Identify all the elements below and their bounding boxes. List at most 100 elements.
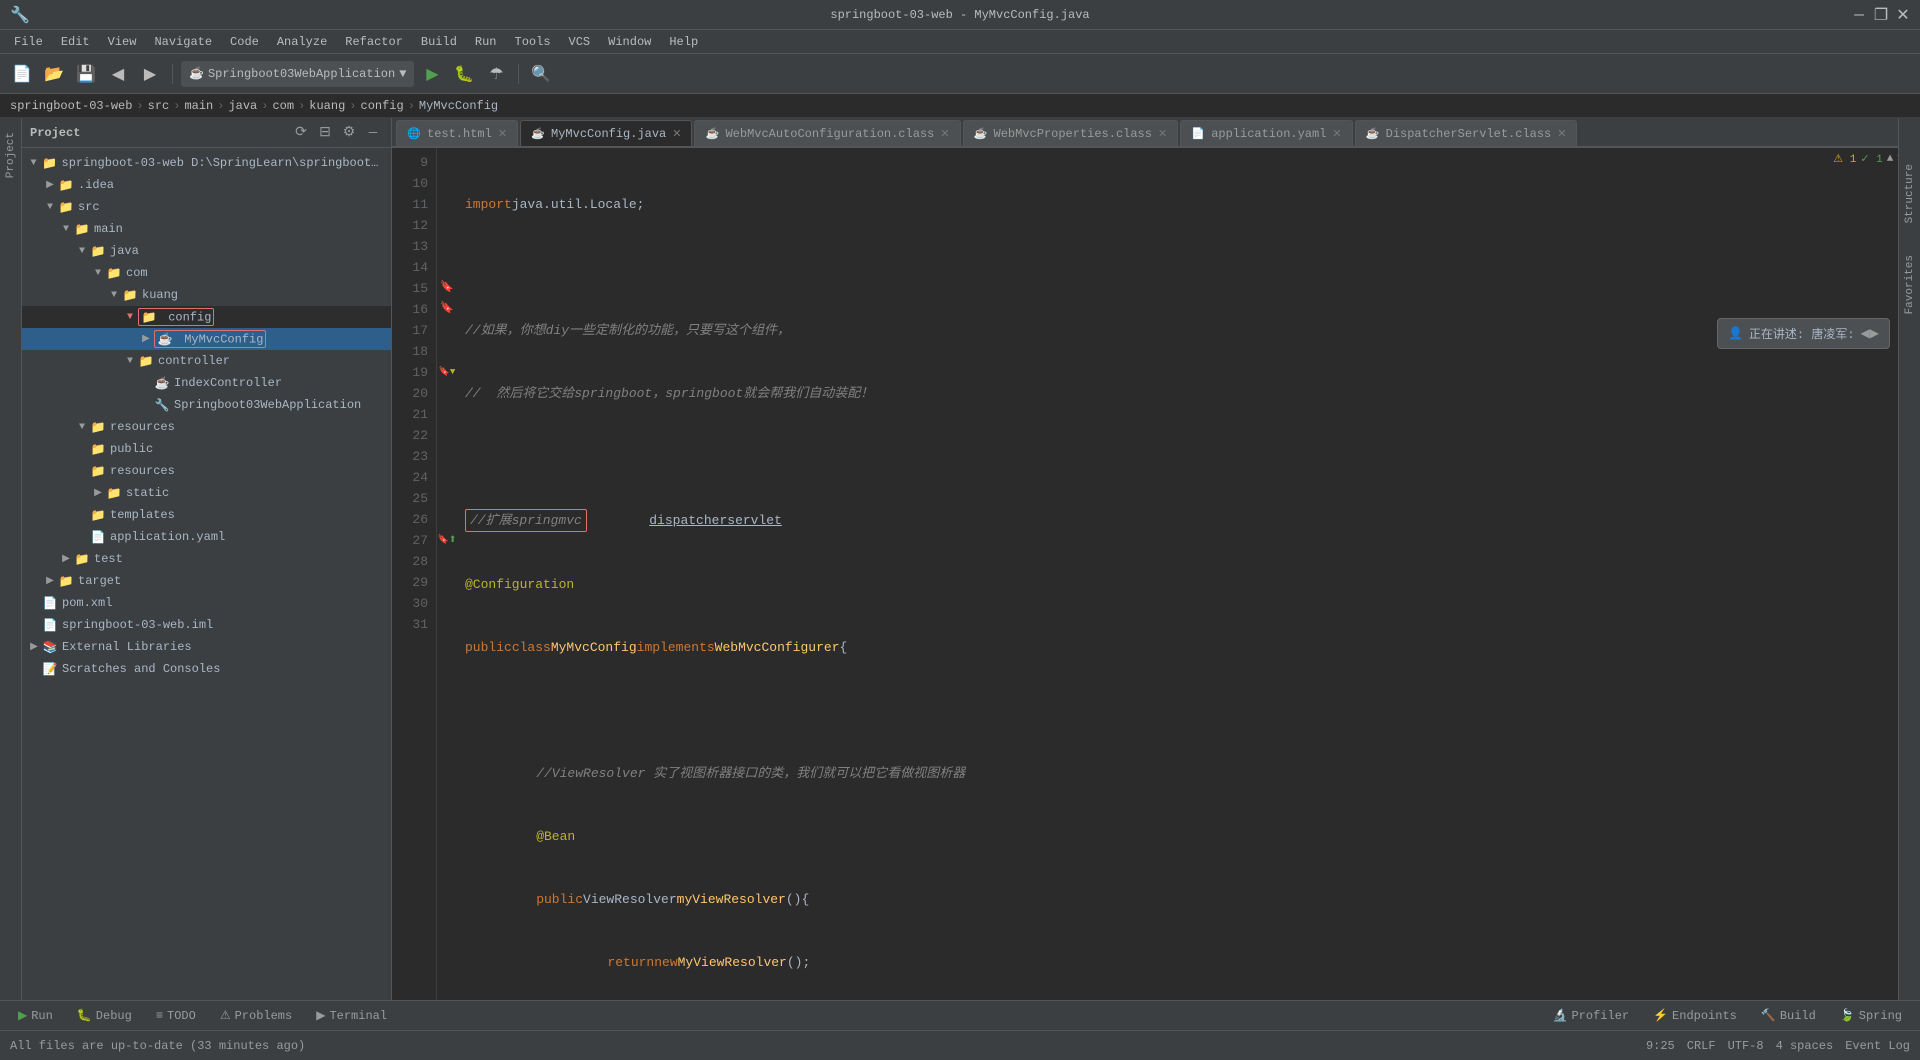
- tree-item-target[interactable]: ▶ 📁 target: [22, 570, 391, 592]
- gutter-11: [437, 194, 457, 215]
- menu-item-edit[interactable]: Edit: [53, 33, 98, 51]
- breadcrumb-item-2[interactable]: src: [148, 99, 170, 113]
- panel-collapse-btn[interactable]: ⊟: [315, 123, 335, 143]
- folder-icon-src: 📁: [58, 199, 74, 215]
- breadcrumb-item-4[interactable]: java: [228, 99, 257, 113]
- tree-item-resources[interactable]: ▼ 📁 resources: [22, 416, 391, 438]
- tree-item-iml[interactable]: 📄 springboot-03-web.iml: [22, 614, 391, 636]
- menu-item-analyze[interactable]: Analyze: [269, 33, 335, 51]
- folder-icon-test: 📁: [74, 551, 90, 567]
- tree-item-config[interactable]: ▼ 📁 config: [22, 306, 391, 328]
- toolbar-new-btn[interactable]: 📄: [8, 60, 36, 88]
- event-log-label[interactable]: Event Log: [1845, 1039, 1910, 1053]
- tab-close-test-html[interactable]: ✕: [498, 127, 507, 141]
- tree-item-test[interactable]: ▶ 📁 test: [22, 548, 391, 570]
- tab-mymvcconfig[interactable]: ☕ MyMvcConfig.java ✕: [520, 120, 692, 146]
- code-content[interactable]: import java.util.Locale; //如果，你想diy一些定制化…: [457, 148, 1906, 1000]
- tree-item-root[interactable]: ▼ 📁 springboot-03-web D:\SpringLearn\spr…: [22, 152, 391, 174]
- tree-item-springboot03app[interactable]: 🔧 Springboot03WebApplication: [22, 394, 391, 416]
- breadcrumb-item-3[interactable]: main: [184, 99, 213, 113]
- chat-bubble: 👤 正在讲述: 唐凌军: ◀▶: [1717, 318, 1890, 349]
- tree-arrow-root: ▼: [26, 155, 42, 171]
- close-button[interactable]: ✕: [1896, 8, 1910, 22]
- breadcrumb-item-6[interactable]: kuang: [309, 99, 345, 113]
- tree-label-root: springboot-03-web D:\SpringLearn\springb…: [62, 156, 384, 170]
- breadcrumb-item-7[interactable]: config: [361, 99, 404, 113]
- menu-item-run[interactable]: Run: [467, 33, 505, 51]
- toolbar-save-btn[interactable]: 💾: [72, 60, 100, 88]
- tree-item-external[interactable]: ▶ 📚 External Libraries: [22, 636, 391, 658]
- tab-close-appyaml[interactable]: ✕: [1332, 127, 1341, 141]
- run-button[interactable]: ▶: [418, 60, 446, 88]
- tree-item-appyaml[interactable]: 📄 application.yaml: [22, 526, 391, 548]
- run-config-selector[interactable]: ☕ Springboot03WebApplication ▼: [181, 61, 414, 87]
- tree-item-pomxml[interactable]: 📄 pom.xml: [22, 592, 391, 614]
- bottom-tab-debug[interactable]: 🐛 Debug: [67, 1006, 142, 1025]
- panel-close-btn[interactable]: —: [363, 123, 383, 143]
- tab-close-dispatcherservlet[interactable]: ✕: [1557, 127, 1566, 141]
- panel-sync-btn[interactable]: ⟳: [291, 123, 311, 143]
- tree-item-resources2[interactable]: 📁 resources: [22, 460, 391, 482]
- bottom-tab-build[interactable]: 🔨 Build: [1751, 1006, 1826, 1025]
- maximize-button[interactable]: ❐: [1874, 8, 1888, 22]
- toolbar-open-btn[interactable]: 📂: [40, 60, 68, 88]
- toolbar-forward-btn[interactable]: ▶: [136, 60, 164, 88]
- tab-close-webmvcauto[interactable]: ✕: [940, 127, 949, 141]
- menu-item-file[interactable]: File: [6, 33, 51, 51]
- menu-item-vcs[interactable]: VCS: [561, 33, 599, 51]
- menu-item-build[interactable]: Build: [413, 33, 465, 51]
- menu-item-help[interactable]: Help: [661, 33, 706, 51]
- tree-item-public[interactable]: 📁 public: [22, 438, 391, 460]
- tab-appyaml[interactable]: 📄 application.yaml ✕: [1180, 120, 1352, 146]
- bottom-tab-profiler[interactable]: 🔬 Profiler: [1543, 1006, 1640, 1025]
- bottom-tab-todo[interactable]: ≡ TODO: [146, 1007, 206, 1025]
- bottom-tab-problems[interactable]: ⚠ Problems: [210, 1006, 302, 1025]
- vtab-structure[interactable]: Structure: [1902, 158, 1918, 229]
- tree-item-kuang[interactable]: ▼ 📁 kuang: [22, 284, 391, 306]
- vtab-favorites[interactable]: Favorites: [1902, 249, 1918, 320]
- bottom-tab-run[interactable]: ▶ Run: [8, 1006, 63, 1025]
- tab-close-mymvcconfig[interactable]: ✕: [672, 127, 681, 141]
- panel-settings-btn[interactable]: ⚙: [339, 123, 359, 143]
- menu-item-tools[interactable]: Tools: [507, 33, 559, 51]
- breadcrumb-item-1[interactable]: springboot-03-web: [10, 99, 132, 113]
- debug-button[interactable]: 🐛: [450, 60, 478, 88]
- breadcrumb-item-5[interactable]: com: [272, 99, 294, 113]
- tab-webmvcprop[interactable]: ☕ WebMvcProperties.class ✕: [963, 120, 1179, 146]
- folder-icon-controller: 📁: [138, 353, 154, 369]
- tab-dispatcherservlet[interactable]: ☕ DispatcherServlet.class ✕: [1355, 120, 1578, 146]
- tree-item-java[interactable]: ▼ 📁 java: [22, 240, 391, 262]
- folder-icon-kuang: 📁: [122, 287, 138, 303]
- coverage-button[interactable]: ☂: [482, 60, 510, 88]
- tree-item-templates[interactable]: 📁 templates: [22, 504, 391, 526]
- tree-item-src[interactable]: ▼ 📁 src: [22, 196, 391, 218]
- vtab-project[interactable]: Project: [3, 126, 19, 184]
- minimize-button[interactable]: —: [1852, 8, 1866, 22]
- tree-item-controller[interactable]: ▼ 📁 controller: [22, 350, 391, 372]
- gutter-23: [437, 446, 457, 467]
- bottom-tab-endpoints[interactable]: ⚡ Endpoints: [1643, 1006, 1747, 1025]
- tree-label-springboot03app: Springboot03WebApplication: [174, 398, 361, 412]
- tree-item-idea[interactable]: ▶ 📁 .idea: [22, 174, 391, 196]
- tree-item-mymvcconfig[interactable]: ▶ ☕ MyMvcConfig: [22, 328, 391, 350]
- menu-item-view[interactable]: View: [100, 33, 145, 51]
- menu-item-window[interactable]: Window: [600, 33, 659, 51]
- tree-item-indexcontroller[interactable]: ☕ IndexController: [22, 372, 391, 394]
- tab-icon-appyaml: 📄: [1191, 127, 1205, 141]
- tree-item-com[interactable]: ▼ 📁 com: [22, 262, 391, 284]
- tree-item-main[interactable]: ▼ 📁 main: [22, 218, 391, 240]
- iml-icon: 📄: [42, 617, 58, 633]
- tab-test-html[interactable]: 🌐 test.html ✕: [396, 120, 518, 146]
- menu-item-code[interactable]: Code: [222, 33, 267, 51]
- toolbar-back-btn[interactable]: ◀: [104, 60, 132, 88]
- tree-item-scratches[interactable]: 📝 Scratches and Consoles: [22, 658, 391, 680]
- toolbar-search-btn[interactable]: 🔍: [527, 60, 555, 88]
- menu-item-navigate[interactable]: Navigate: [146, 33, 220, 51]
- bottom-tab-spring[interactable]: 🍃 Spring: [1830, 1006, 1912, 1025]
- menu-item-refactor[interactable]: Refactor: [337, 33, 411, 51]
- tab-close-webmvcprop[interactable]: ✕: [1158, 127, 1167, 141]
- folder-icon-config: 📁: [141, 309, 157, 325]
- tab-webmvcauto[interactable]: ☕ WebMvcAutoConfiguration.class ✕: [694, 120, 960, 146]
- bottom-tab-terminal[interactable]: ▶ Terminal: [306, 1006, 397, 1025]
- tree-item-static[interactable]: ▶ 📁 static: [22, 482, 391, 504]
